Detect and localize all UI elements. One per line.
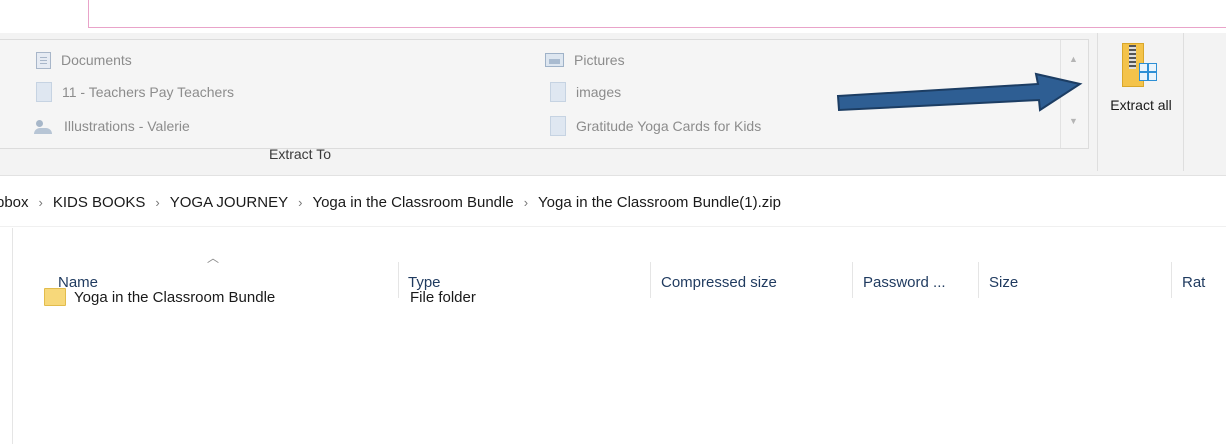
- scroll-up-icon[interactable]: ▲: [1069, 54, 1078, 64]
- people-folder-icon: [34, 117, 54, 135]
- column-divider[interactable]: [1171, 262, 1172, 298]
- column-header-ratio[interactable]: Rat: [1182, 264, 1205, 300]
- gallery-item-label: Gratitude Yoga Cards for Kids: [576, 118, 762, 134]
- column-divider[interactable]: [650, 262, 651, 298]
- folder-icon: [36, 82, 52, 102]
- folder-icon: [44, 288, 66, 306]
- extract-all-label: Extract all: [1110, 97, 1172, 113]
- column-header-size[interactable]: Size: [989, 264, 1018, 300]
- gallery-item-label: Pictures: [574, 52, 625, 68]
- gallery-item-gratitude-yoga[interactable]: Gratitude Yoga Cards for Kids: [550, 116, 761, 136]
- zip-extract-icon: [1122, 43, 1158, 89]
- title-area: [0, 0, 1226, 33]
- ribbon-group-label: Extract To: [269, 146, 331, 162]
- folder-icon: [550, 82, 566, 102]
- extract-all-button[interactable]: Extract all: [1104, 37, 1178, 153]
- folder-icon: [550, 116, 566, 136]
- column-divider[interactable]: [978, 262, 979, 298]
- gallery-item-pictures[interactable]: Pictures: [545, 50, 625, 70]
- gallery-item-label: Illustrations - Valerie: [64, 118, 190, 134]
- breadcrumb-item[interactable]: KIDS BOOKS: [53, 194, 146, 211]
- window-border: [88, 0, 89, 28]
- arrow-shape: [836, 72, 1083, 112]
- documents-icon: [36, 51, 51, 69]
- ribbon-separator: [1097, 33, 1098, 171]
- pictures-icon: [545, 53, 564, 67]
- file-type: File folder: [410, 288, 476, 306]
- breadcrumb-item[interactable]: Yoga in the Classroom Bundle(1).zip: [538, 194, 781, 211]
- column-header-compressed-size[interactable]: Compressed size: [661, 264, 777, 300]
- column-header-password[interactable]: Password ...: [863, 264, 946, 300]
- gallery-item-teachers-pay-teachers[interactable]: 11 - Teachers Pay Teachers: [36, 82, 234, 102]
- gallery-item-label: Documents: [61, 52, 132, 68]
- sort-ascending-icon: ︿: [207, 251, 220, 265]
- breadcrumb-item[interactable]: pbox: [0, 194, 29, 211]
- ribbon-separator: [1183, 33, 1184, 171]
- file-name: Yoga in the Classroom Bundle: [74, 288, 276, 306]
- chevron-right-icon[interactable]: ›: [155, 195, 159, 210]
- gallery-item-label: images: [576, 84, 622, 100]
- gallery-item-illustrations[interactable]: Illustrations - Valerie: [34, 116, 190, 136]
- file-row[interactable]: Yoga in the Classroom Bundle File folder: [44, 284, 476, 310]
- column-divider[interactable]: [852, 262, 853, 298]
- breadcrumb-item[interactable]: YOGA JOURNEY: [170, 194, 288, 211]
- navigation-pane-edge[interactable]: [0, 228, 13, 444]
- divider: [0, 226, 1226, 227]
- annotation-arrow: [836, 72, 1083, 112]
- gallery-item-documents[interactable]: Documents: [36, 50, 132, 70]
- chevron-right-icon[interactable]: ›: [39, 195, 43, 210]
- gallery-item-label: 11 - Teachers Pay Teachers: [62, 84, 234, 100]
- gallery-item-images[interactable]: images: [550, 82, 621, 102]
- scroll-down-icon[interactable]: ▼: [1069, 116, 1078, 126]
- chevron-right-icon[interactable]: ›: [524, 195, 528, 210]
- breadcrumb-item[interactable]: Yoga in the Classroom Bundle: [312, 194, 513, 211]
- breadcrumb: pbox › KIDS BOOKS › YOGA JOURNEY › Yoga …: [0, 186, 1226, 218]
- chevron-right-icon[interactable]: ›: [298, 195, 302, 210]
- window-border: [88, 27, 1226, 28]
